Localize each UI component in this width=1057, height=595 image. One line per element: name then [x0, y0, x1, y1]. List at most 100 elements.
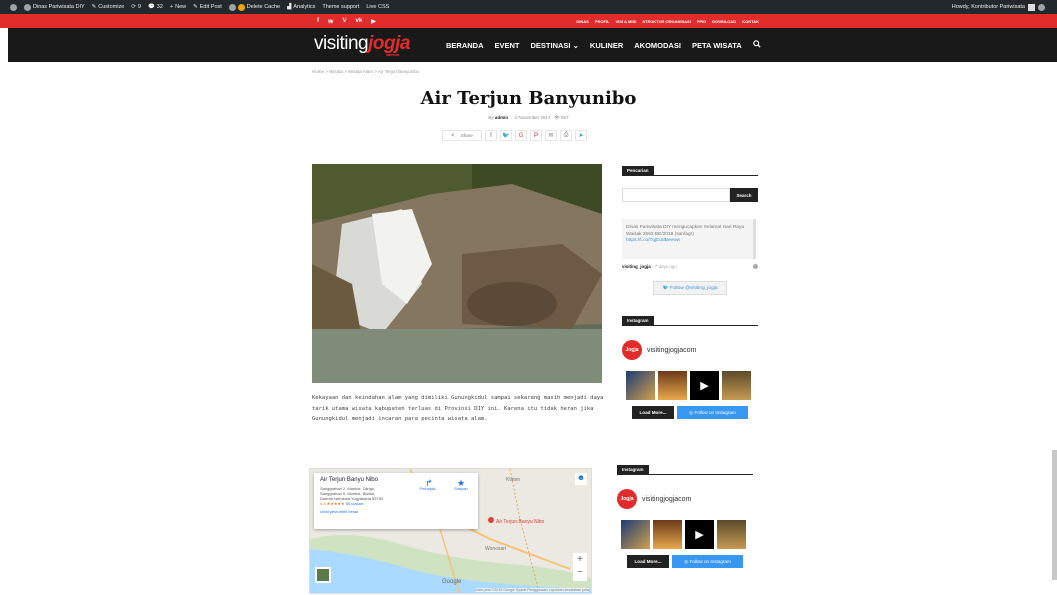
print-share-icon[interactable]: ⎙ — [560, 130, 572, 141]
search-form: Search — [622, 188, 758, 202]
directions-button[interactable]: ↱ Petunjuk... — [414, 479, 444, 492]
instagram-thumb[interactable] — [653, 520, 682, 549]
refresh-icon: ⟳ — [131, 4, 136, 10]
instagram-thumb[interactable] — [722, 371, 751, 400]
toplink-ppid[interactable]: PPID — [697, 19, 706, 24]
satellite-toggle[interactable] — [315, 567, 331, 583]
twitter-share-icon[interactable]: 🐦 — [500, 130, 512, 141]
page-title: Air Terjun Banyunibo — [420, 88, 637, 109]
home-icon — [24, 3, 31, 11]
toplink-dinas[interactable]: DINAS — [576, 19, 588, 24]
instagram-thumb[interactable] — [658, 371, 687, 400]
admin-delete-cache[interactable]: Delete Cache — [228, 3, 280, 11]
admin-new[interactable]: + New — [170, 4, 186, 10]
post-intro: Kekayaan dan keindahan alam yang dimilik… — [312, 395, 604, 423]
twitter-icon[interactable]: 𝕨 — [328, 18, 333, 25]
load-more-button[interactable]: Load More... — [627, 555, 669, 568]
toplink-struktur[interactable]: STRUKTUR ORGANISASI — [642, 19, 690, 24]
admin-customize[interactable]: ✎ Customize — [92, 4, 125, 10]
admin-site-name[interactable]: Dinas Pariwisata DIY — [24, 3, 85, 11]
pinterest-share-icon[interactable]: P — [530, 130, 542, 141]
instagram-thumb[interactable] — [621, 520, 650, 549]
status-dot-icon — [237, 3, 245, 11]
instagram-images: ▶ — [626, 371, 758, 400]
admin-comments[interactable]: 💬 32 — [148, 4, 163, 10]
sidebar: Pencarian Search Dinas Pariwisata DIY me… — [622, 166, 758, 295]
author-link[interactable]: admin — [495, 115, 508, 120]
search-icon — [1038, 3, 1045, 11]
vimeo-icon[interactable]: V — [342, 18, 346, 24]
toplink-visi-misi[interactable]: VISI & MISI — [615, 19, 636, 24]
avatar: Jogja — [617, 489, 637, 509]
toplink-download[interactable]: DOWNLOAD — [712, 19, 736, 24]
zoom-out-icon[interactable]: − — [573, 566, 587, 579]
save-place-button[interactable]: ★ Simpan — [446, 479, 476, 492]
google-map[interactable]: Klaten Air Terjun Banyu Nibo Wonosari Ai… — [309, 468, 592, 594]
menu-event[interactable]: EVENT — [495, 41, 520, 50]
pencil-icon: ✎ — [193, 4, 198, 10]
facebook-share-icon[interactable]: f — [485, 130, 497, 141]
load-more-button[interactable]: Load More... — [632, 406, 674, 419]
search-widget-title: Pencarian — [622, 166, 758, 176]
admin-updates[interactable]: ⟳ 9 — [131, 4, 141, 10]
googleplus-share-icon[interactable]: G — [515, 130, 527, 141]
admin-theme-support[interactable]: Theme support — [322, 4, 359, 10]
avatar — [1028, 3, 1035, 11]
play-icon[interactable]: ▶ — [685, 520, 714, 549]
follow-twitter-button[interactable]: 🐦 Follow @visiting_jogja — [653, 281, 727, 295]
search-button[interactable]: Search — [730, 188, 758, 202]
main-menu: BERANDA EVENT DESTINASI ⌄ KULINER AKOMOD… — [446, 28, 761, 62]
plus-icon: + — [169, 4, 174, 10]
site-logo[interactable]: visitingjogja istimewa — [314, 33, 410, 57]
share-icon: < — [451, 132, 455, 139]
breadcrumb[interactable]: Home > Wisata > Wisata Alam > Air Terjun… — [312, 69, 419, 74]
toplink-profil[interactable]: PROFIL — [595, 19, 610, 24]
search-input[interactable] — [622, 188, 730, 202]
menu-peta-wisata[interactable]: PETA WISATA — [692, 41, 742, 50]
menu-beranda[interactable]: BERANDA — [446, 41, 484, 50]
admin-analytics[interactable]: ▟ Analytics — [287, 4, 315, 10]
instagram-widget-1: Instagram Jogja visitingjogjacom ▶ Load … — [622, 316, 758, 419]
follow-instagram-button[interactable]: ◎ Follow on Instagram — [677, 406, 748, 419]
instagram-profile[interactable]: Jogja visitingjogjacom — [622, 340, 758, 360]
toplink-kontak[interactable]: KONTAK — [742, 19, 759, 24]
chart-icon: ▟ — [287, 4, 292, 10]
instagram-profile[interactable]: Jogja visitingjogjacom — [617, 489, 753, 509]
search-icon[interactable] — [752, 40, 761, 50]
admin-edit-post[interactable]: ✎ Edit Post — [193, 4, 222, 10]
vk-icon[interactable]: vk — [355, 18, 362, 24]
zoom-controls[interactable]: + − — [573, 553, 587, 581]
instagram-thumb[interactable] — [626, 371, 655, 400]
map-place-card: Air Terjun Banyu Nibo Sanggrahan 2, Munt… — [314, 473, 478, 529]
share-button[interactable]: < Share — [442, 130, 482, 141]
instagram-thumb[interactable] — [717, 520, 746, 549]
menu-destinasi[interactable]: DESTINASI ⌄ — [531, 41, 579, 50]
play-icon[interactable]: ▶ — [690, 371, 719, 400]
wordpress-icon[interactable] — [10, 3, 17, 11]
telegram-share-icon[interactable]: ➤ — [575, 130, 587, 141]
menu-kuliner[interactable]: KULINER — [590, 41, 623, 50]
facebook-icon[interactable]: f — [317, 18, 319, 24]
share-bar: < Share f 🐦 G P ✉ ⎙ ➤ — [442, 130, 587, 141]
eye-icon: 👁 — [554, 115, 560, 120]
rating: 4,4 ★★★★★ — [320, 501, 345, 506]
view-count: 827 — [561, 115, 569, 120]
main-nav: visitingjogja istimewa BERANDA EVENT DES… — [8, 28, 1057, 62]
admin-live-css[interactable]: Live CSS — [366, 4, 389, 10]
scrollbar[interactable] — [1052, 450, 1057, 580]
zoom-in-icon[interactable]: + — [573, 553, 587, 566]
follow-instagram-button[interactable]: ◎ Follow on Instagram — [672, 555, 743, 568]
menu-akomodasi[interactable]: AKOMODASI — [634, 41, 681, 50]
larger-map-link[interactable]: Lihat peta lebih besar — [320, 509, 472, 514]
admin-howdy[interactable]: Howdy, Kontributor Pariwisata — [952, 0, 1045, 14]
comment-icon: 💬 — [147, 4, 155, 10]
email-share-icon[interactable]: ✉ — [545, 130, 557, 141]
youtube-icon[interactable]: ▶ — [371, 18, 376, 25]
top-bar: f 𝕨 V vk ▶ DINAS PROFIL VISI & MISI STRU… — [0, 14, 1057, 28]
twitter-username[interactable]: visiting_jogja — [622, 264, 651, 269]
waterfall-photo — [312, 164, 602, 383]
top-links: DINAS PROFIL VISI & MISI STRUKTUR ORGANI… — [576, 14, 759, 28]
tweet-link[interactable]: https://t.co/TqjDJdBeeww — [626, 238, 749, 245]
reviews-link[interactable]: 50 ulasan — [346, 501, 363, 506]
pegman-icon[interactable]: ☻ — [575, 473, 587, 485]
